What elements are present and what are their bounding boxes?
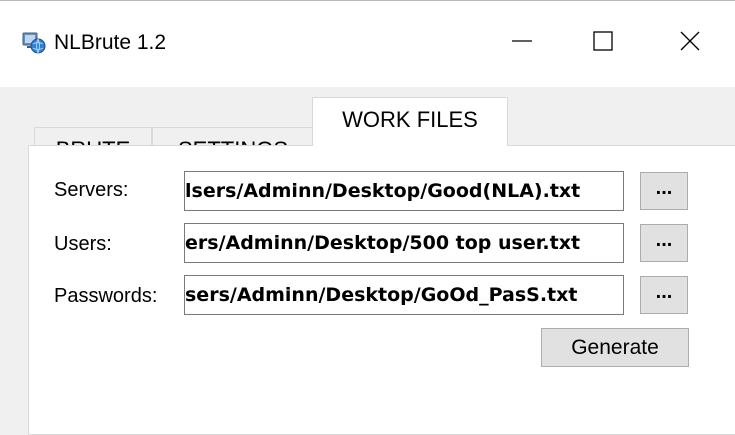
maximize-icon <box>592 30 614 57</box>
users-path-value: ers/Adminn/Desktop/500 top user.txt <box>185 232 581 254</box>
generate-button[interactable]: Generate <box>541 328 689 367</box>
servers-label: Servers: <box>54 179 129 201</box>
tab-work-files[interactable]: WORK FILES <box>312 97 508 146</box>
users-browse-button[interactable]: ... <box>640 224 688 262</box>
title-bar[interactable]: NLBrute 1.2 <box>0 1 735 87</box>
close-button[interactable] <box>660 23 720 63</box>
app-window: NLBrute 1.2 BRUTE SETTINGS WORK FILES Se… <box>0 0 735 435</box>
servers-path-input[interactable]: lsers/Adminn/Desktop/Good(NLA).txt <box>184 171 624 211</box>
window-title: NLBrute 1.2 <box>54 31 167 54</box>
passwords-path-value: sers/Adminn/Desktop/GoOd_PasS.txt <box>185 284 578 306</box>
users-label: Users: <box>54 233 112 255</box>
close-icon <box>679 30 701 57</box>
servers-browse-button[interactable]: ... <box>640 172 688 210</box>
minimize-button[interactable] <box>492 23 552 63</box>
passwords-browse-button[interactable]: ... <box>640 276 688 314</box>
app-icon <box>22 31 46 55</box>
users-path-input[interactable]: ers/Adminn/Desktop/500 top user.txt <box>184 223 624 263</box>
passwords-path-input[interactable]: sers/Adminn/Desktop/GoOd_PasS.txt <box>184 275 624 315</box>
servers-path-value: lsers/Adminn/Desktop/Good(NLA).txt <box>185 180 581 202</box>
passwords-label: Passwords: <box>54 285 158 307</box>
maximize-button[interactable] <box>573 23 633 63</box>
minimize-icon <box>511 30 533 57</box>
